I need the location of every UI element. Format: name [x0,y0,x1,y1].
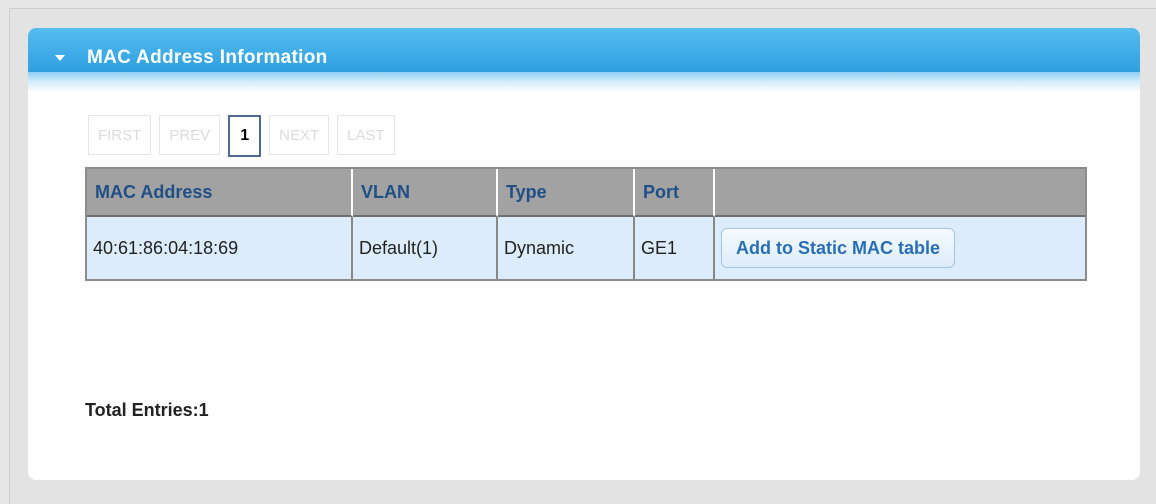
pager-prev-button[interactable]: PREV [159,115,221,155]
column-header-action [715,169,1085,217]
mac-address-table: MAC Address VLAN Type Port 40:61:86:04:1… [85,167,1087,281]
panel-header[interactable]: MAC Address Information [28,28,1140,91]
column-header-type: Type [498,169,635,217]
pagination: FIRST PREV 1 NEXT LAST [88,115,403,157]
panel-title: MAC Address Information [87,47,328,68]
cell-vlan: Default(1) [353,217,498,279]
pager-next-button[interactable]: NEXT [269,115,330,155]
table-row: 40:61:86:04:18:69 Default(1) Dynamic GE1… [87,217,1085,279]
total-entries-label: Total Entries:1 [85,400,209,420]
pager-first-button[interactable]: FIRST [88,115,152,155]
pager-current-page[interactable]: 1 [228,115,262,157]
pager-last-button[interactable]: LAST [337,115,395,155]
column-header-mac: MAC Address [87,169,353,217]
column-header-vlan: VLAN [353,169,498,217]
cell-mac-address: 40:61:86:04:18:69 [87,217,353,279]
mac-address-panel: MAC Address Information FIRST PREV 1 NEX… [28,28,1140,480]
column-header-port: Port [635,169,715,217]
add-to-static-mac-button[interactable]: Add to Static MAC table [721,228,956,268]
cell-port: GE1 [635,217,715,279]
table-header-row: MAC Address VLAN Type Port [87,169,1085,217]
collapse-triangle-icon[interactable] [55,55,65,61]
cell-type: Dynamic [498,217,635,279]
cell-action: Add to Static MAC table [715,217,1085,279]
